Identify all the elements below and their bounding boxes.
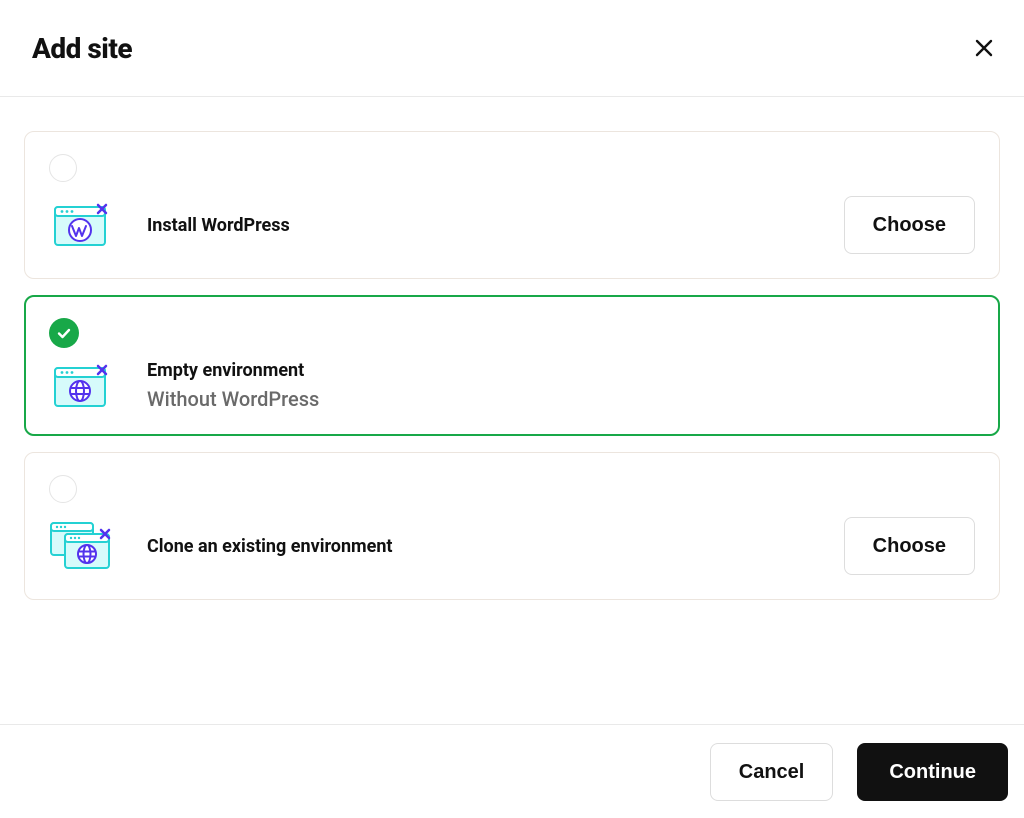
options-list: Install WordPress Choose xyxy=(0,97,1024,600)
option-body: Empty environment Without WordPress xyxy=(49,360,975,411)
option-subtitle: Without WordPress xyxy=(147,387,975,411)
page-title: Add site xyxy=(32,32,132,65)
wordpress-browser-icon xyxy=(49,201,113,249)
option-body: Install WordPress Choose xyxy=(49,196,975,254)
option-install-wordpress[interactable]: Install WordPress Choose xyxy=(24,131,1000,279)
modal-footer: Cancel Continue xyxy=(0,724,1024,801)
option-text: Clone an existing environment xyxy=(147,536,810,557)
option-text: Install WordPress xyxy=(147,215,810,236)
option-radio-row xyxy=(49,318,975,350)
choose-button[interactable]: Choose xyxy=(844,196,975,254)
option-title: Clone an existing environment xyxy=(147,536,810,557)
clone-browser-icon xyxy=(49,520,113,572)
option-text: Empty environment Without WordPress xyxy=(147,360,975,411)
cancel-button[interactable]: Cancel xyxy=(710,743,834,801)
option-radio-row xyxy=(49,475,975,507)
modal-header: Add site xyxy=(0,0,1024,97)
option-radio-row xyxy=(49,154,975,186)
globe-browser-icon xyxy=(49,362,113,410)
option-title: Install WordPress xyxy=(147,215,810,236)
checkmark-icon xyxy=(56,325,72,341)
close-button[interactable] xyxy=(968,32,1000,64)
radio-unchecked[interactable] xyxy=(49,154,77,182)
close-icon xyxy=(975,39,993,57)
option-body: Clone an existing environment Choose xyxy=(49,517,975,575)
radio-unchecked[interactable] xyxy=(49,475,77,503)
choose-button[interactable]: Choose xyxy=(844,517,975,575)
option-empty-environment[interactable]: Empty environment Without WordPress xyxy=(24,295,1000,436)
continue-button[interactable]: Continue xyxy=(857,743,1008,801)
option-clone-environment[interactable]: Clone an existing environment Choose xyxy=(24,452,1000,600)
radio-checked[interactable] xyxy=(49,318,79,348)
option-title: Empty environment xyxy=(147,360,975,381)
